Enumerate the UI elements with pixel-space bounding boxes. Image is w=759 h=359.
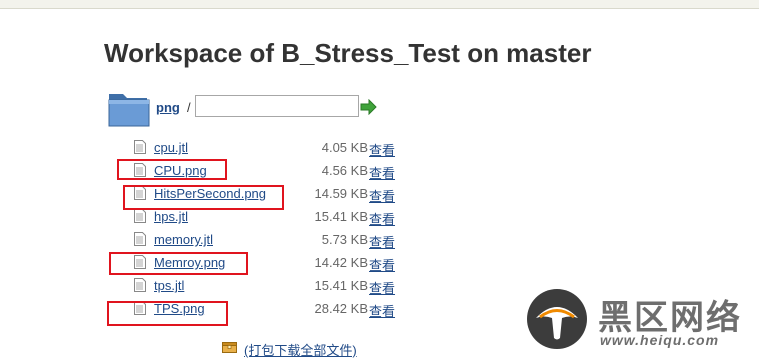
- path-link-png[interactable]: png: [156, 100, 180, 115]
- file-size: 15.41 KB: [314, 278, 369, 293]
- view-link[interactable]: 查看: [369, 140, 395, 159]
- file-icon: [134, 232, 146, 246]
- folder-icon: [108, 94, 150, 127]
- view-link[interactable]: 查看: [369, 209, 395, 228]
- file-icon: [134, 209, 146, 223]
- list-item: memory.jtl 5.73 KB 查看: [134, 230, 414, 251]
- file-size: 14.59 KB: [314, 186, 369, 201]
- file-link[interactable]: hps.jtl: [154, 209, 188, 224]
- watermark: 黑区网络 www.heiqu.com: [526, 288, 756, 352]
- file-link[interactable]: cpu.jtl: [154, 140, 188, 155]
- file-size: 4.05 KB: [321, 140, 368, 155]
- page-title: Workspace of B_Stress_Test on master: [104, 38, 592, 68]
- view-link[interactable]: 查看: [369, 255, 395, 274]
- view-link[interactable]: 查看: [369, 278, 395, 297]
- highlight-box-tps-png: [107, 301, 228, 326]
- go-arrow-icon[interactable]: [360, 99, 377, 115]
- file-size: 28.42 KB: [314, 301, 369, 316]
- file-size: 15.41 KB: [314, 209, 369, 224]
- file-link[interactable]: memory.jtl: [154, 232, 213, 247]
- highlight-box-hitspersecond-png: [123, 185, 284, 210]
- top-border: [0, 0, 759, 9]
- highlight-box-memroy-png: [109, 252, 248, 275]
- list-item: cpu.jtl 4.05 KB 查看: [134, 138, 414, 159]
- file-icon: [134, 140, 146, 154]
- watermark-url: www.heiqu.com: [600, 332, 720, 348]
- file-link[interactable]: tps.jtl: [154, 278, 184, 293]
- view-link[interactable]: 查看: [369, 163, 395, 182]
- file-size: 5.73 KB: [321, 232, 368, 247]
- file-icon: [134, 278, 146, 292]
- file-size: 14.42 KB: [314, 255, 369, 270]
- list-item: tps.jtl 15.41 KB 查看: [134, 276, 414, 297]
- view-link[interactable]: 查看: [369, 186, 395, 205]
- zip-archive-icon: [222, 342, 237, 353]
- path-input[interactable]: [195, 95, 359, 117]
- zip-download-link[interactable]: (打包下载全部文件): [244, 340, 357, 359]
- view-link[interactable]: 查看: [369, 232, 395, 251]
- file-size: 4.56 KB: [321, 163, 368, 178]
- path-separator: /: [187, 100, 191, 115]
- view-link[interactable]: 查看: [369, 301, 395, 320]
- highlight-box-cpu-png: [117, 159, 227, 180]
- mushroom-logo-icon: [527, 289, 587, 349]
